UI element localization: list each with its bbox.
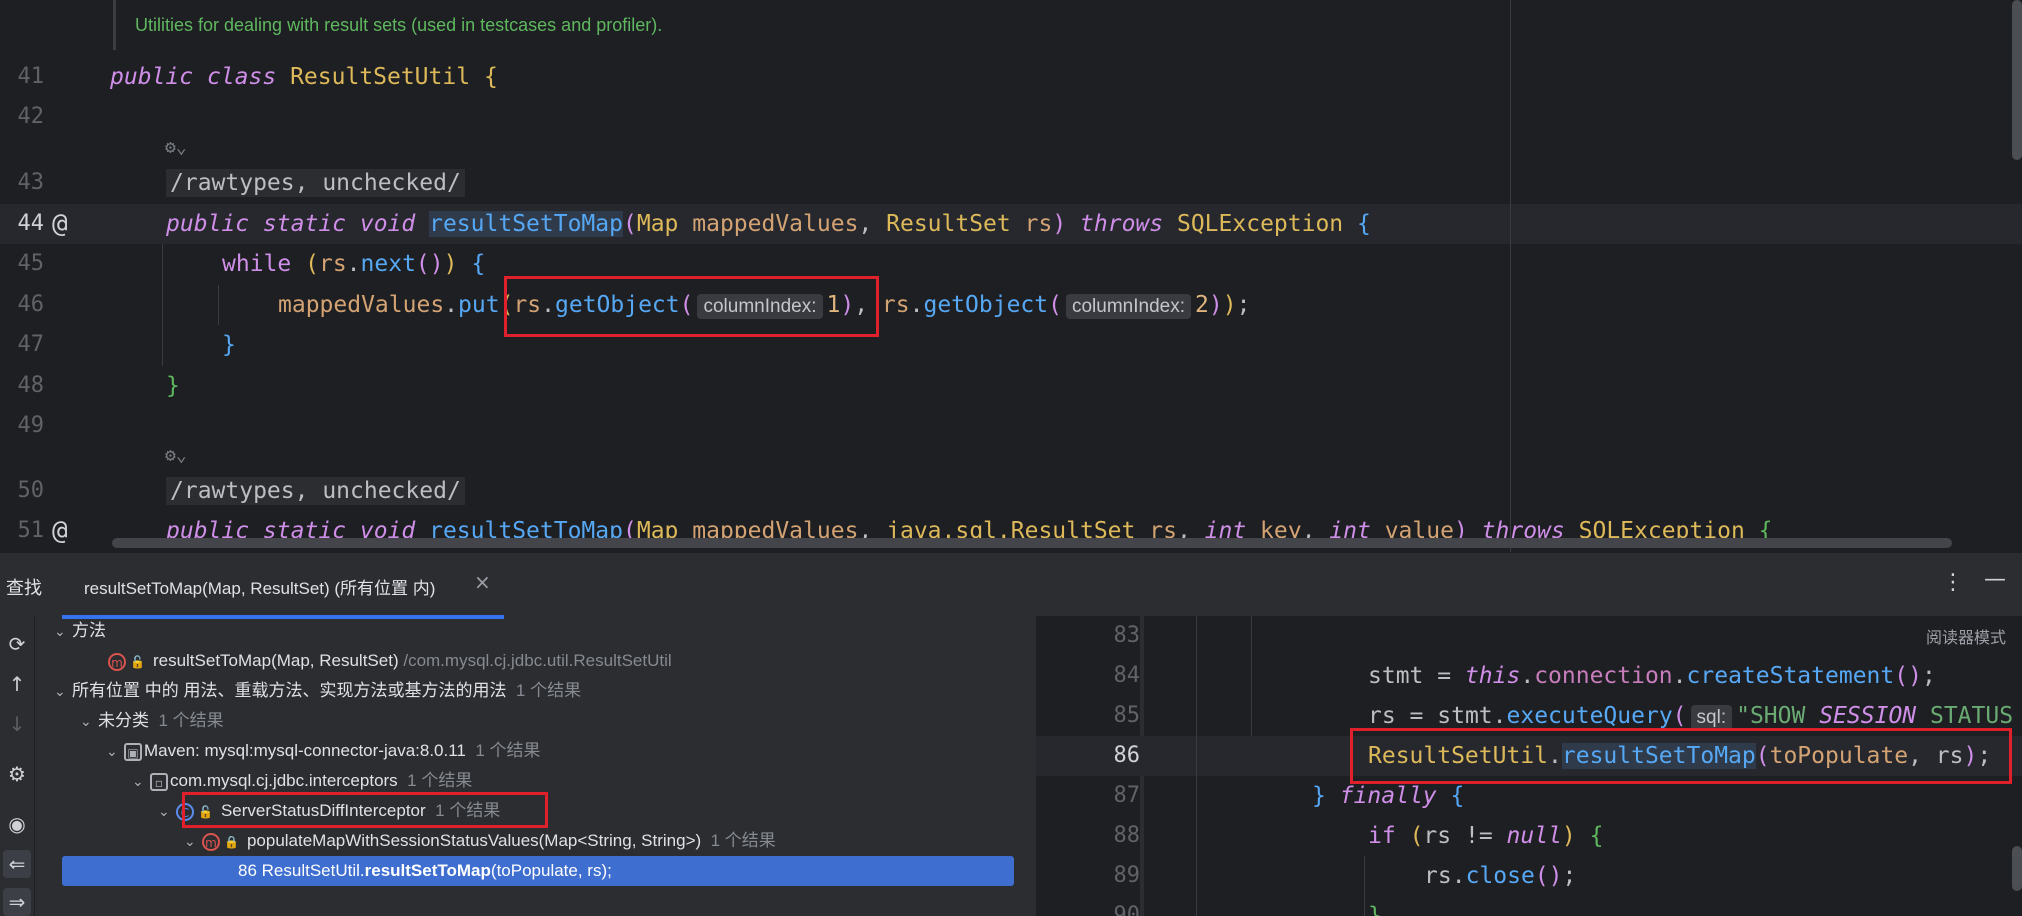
parameter-hint: sql: <box>1690 705 1733 730</box>
tree-node-methods[interactable]: ⌄ 方法 <box>36 616 1036 646</box>
override-gutter-icon[interactable]: @ <box>52 511 68 551</box>
find-header: 查找 resultSetToMap(Map, ResultSet) (所有位置 … <box>0 552 2022 619</box>
find-side-toolbar: ⟳ ↑ ↓ ⚙ ◉ ⇐ ⇒ <box>0 616 35 916</box>
folder-icon: ▫ <box>150 772 168 791</box>
more-options-icon[interactable]: ⋮ <box>1942 570 1964 595</box>
preview-line-84: stmt = this.connection.createStatement()… <box>1368 663 1936 689</box>
code-line-45: while (rs.next()) { <box>222 251 486 277</box>
line-number: 86 <box>1113 743 1141 768</box>
tree-node-usages[interactable]: ⌄ 所有位置 中的 用法、重载方法、实现方法或基方法的用法 1 个结果 <box>36 676 1036 706</box>
minimize-icon[interactable]: — <box>1984 567 2006 592</box>
lock-icon: 🔒 <box>224 835 239 849</box>
tree-node-method[interactable]: m 🔓 resultSetToMap(Map, ResultSet) /com.my… <box>36 646 1036 676</box>
chevron-down-icon[interactable]: ⌄ <box>106 737 124 767</box>
indent-guide <box>1364 856 1365 916</box>
preview-line-88: if (rs != null) { <box>1368 823 1604 849</box>
code-line-47: } <box>222 332 236 358</box>
method-icon: m <box>108 652 126 671</box>
indent-guide <box>218 285 219 325</box>
highlight-box-getobject <box>504 276 879 337</box>
reader-mode-toggle[interactable]: 阅读器模式 <box>1926 624 2006 648</box>
highlight-box-class <box>182 792 548 828</box>
find-tool-window: 查找 resultSetToMap(Map, ResultSet) (所有位置 … <box>0 552 2022 916</box>
line-number: 83 <box>1113 623 1141 648</box>
chevron-down-icon[interactable]: ⌄ <box>54 617 72 647</box>
indent-guide <box>162 244 163 366</box>
method-icon: m <box>202 832 220 851</box>
indent-guide <box>1251 616 1252 736</box>
line-number: 84 <box>1113 663 1141 688</box>
code-line-44: public static void resultSetToMap(Map ma… <box>166 211 1371 237</box>
right-margin-guide <box>1510 0 1511 552</box>
line-number: 41 <box>17 64 45 89</box>
eye-icon[interactable]: ◉ <box>3 810 31 838</box>
line-number: 50 <box>17 478 45 503</box>
chevron-down-icon[interactable]: ⌄ <box>158 797 176 827</box>
preview-line-90: } <box>1368 903 1382 916</box>
highlight-box-usage <box>1350 728 2012 784</box>
code-line-41: public class ResultSetUtil { <box>110 64 498 90</box>
usages-tree[interactable]: ⌄ 方法 m 🔓 resultSetToMap(Map, ResultSet) /co… <box>36 616 1036 916</box>
code-line-43: /rawtypes, unchecked/ <box>166 163 465 203</box>
up-arrow-icon[interactable]: ↑ <box>3 670 31 698</box>
refresh-icon[interactable]: ⟳ <box>3 630 31 658</box>
navigate-icon[interactable]: ⇐ <box>3 850 31 878</box>
parameter-hint: columnIndex: <box>1065 294 1191 319</box>
library-icon: ▣ <box>124 742 142 761</box>
line-number: 47 <box>17 332 45 357</box>
line-number: 44 <box>17 211 45 236</box>
find-title: 查找 <box>6 578 42 598</box>
export-icon[interactable]: ⇒ <box>3 888 31 916</box>
tree-node-method-populate[interactable]: ⌄ m 🔒 populateMapWithSessionStatusValues(Ma… <box>36 826 1036 856</box>
settings-fold-icon[interactable]: ⚙⌄ <box>165 444 187 468</box>
settings-fold-icon[interactable]: ⚙⌄ <box>165 136 187 160</box>
settings-icon[interactable]: ⚙ <box>3 760 31 788</box>
line-number: 87 <box>1113 783 1141 808</box>
code-line-50: /rawtypes, unchecked/ <box>166 471 465 511</box>
line-number: 51 <box>17 518 45 543</box>
tab-label: resultSetToMap(Map, ResultSet) (所有位置 内) <box>84 579 436 598</box>
line-number: 42 <box>17 104 45 129</box>
preview-pane[interactable]: 阅读器模式 83 84 85 86 87 88 89 90 stmt = thi… <box>1036 616 2022 916</box>
chevron-down-icon[interactable]: ⌄ <box>132 767 150 797</box>
code-line-48: } <box>166 373 180 399</box>
tree-node-usage-selected[interactable]: 86 ResultSetUtil.resultSetToMap(toPopula… <box>62 856 1014 886</box>
tab-find-result[interactable]: resultSetToMap(Map, ResultSet) (所有位置 内) … <box>62 553 504 619</box>
doc-comment: Utilities for dealing with result sets (… <box>113 0 1535 50</box>
indent-guide <box>1196 616 1197 916</box>
preview-line-89: rs.close(); <box>1424 863 1577 889</box>
close-icon[interactable]: × <box>474 570 491 594</box>
line-number: 85 <box>1113 703 1141 728</box>
tree-node-maven[interactable]: ⌄ ▣ Maven: mysql:mysql-connector-java:8.0.… <box>36 736 1036 766</box>
vertical-scrollbar[interactable] <box>2012 0 2022 160</box>
line-number: 90 <box>1113 903 1141 916</box>
line-number: 46 <box>17 292 45 317</box>
down-arrow-icon[interactable]: ↓ <box>3 710 31 738</box>
preview-scrollbar[interactable] <box>2012 846 2022 891</box>
line-number: 49 <box>17 413 45 438</box>
tree-node-uncategorized[interactable]: ⌄ 未分类 1 个结果 <box>36 706 1036 736</box>
line-number: 88 <box>1113 823 1141 848</box>
line-number: 48 <box>17 373 45 398</box>
code-editor[interactable]: Utilities for dealing with result sets (… <box>0 0 2022 552</box>
chevron-down-icon[interactable]: ⌄ <box>184 827 202 857</box>
horizontal-scrollbar[interactable] <box>112 538 1952 548</box>
override-gutter-icon[interactable]: @ <box>52 204 68 244</box>
line-number: 89 <box>1113 863 1141 888</box>
chevron-down-icon[interactable]: ⌄ <box>80 707 98 737</box>
line-number: 43 <box>17 170 45 195</box>
lock-icon: 🔓 <box>130 655 145 669</box>
chevron-down-icon[interactable]: ⌄ <box>54 677 72 707</box>
line-number: 45 <box>17 251 45 276</box>
